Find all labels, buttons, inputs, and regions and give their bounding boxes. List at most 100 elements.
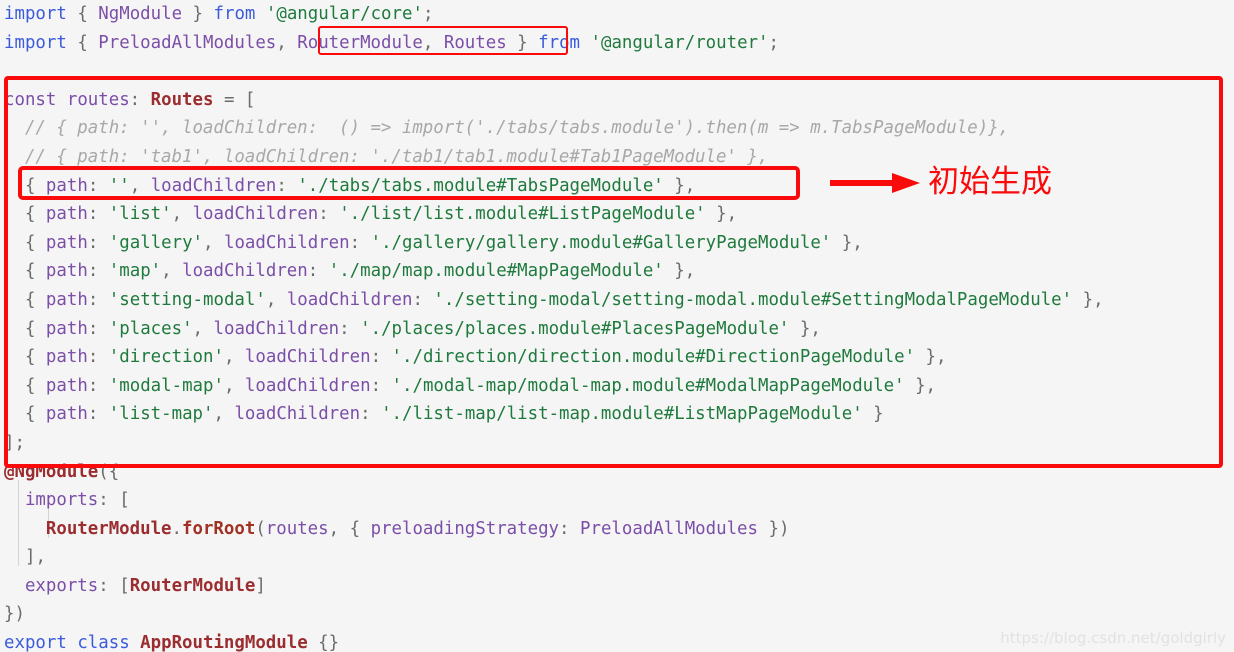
code-token: preloadingStrategy	[370, 518, 560, 539]
code-token: ,	[726, 204, 738, 225]
code-token: ,	[684, 261, 696, 282]
code-token: class	[77, 633, 130, 652]
code-token: 'direction'	[108, 347, 224, 368]
code-token: :	[360, 404, 371, 425]
code-token: (	[98, 461, 109, 482]
code-token: ,	[223, 347, 235, 368]
code-token: :	[412, 289, 423, 310]
red-arrow-icon	[830, 173, 920, 193]
code-token: }	[925, 347, 937, 368]
code-token: ]	[24, 547, 36, 568]
code-token: :	[318, 204, 329, 225]
code-line: exports: [RouterModule]	[0, 572, 1234, 601]
code-token: path	[45, 204, 88, 225]
code-line: { path: 'gallery', loadChildren: './gall…	[0, 229, 1234, 258]
code-token: (	[255, 518, 266, 539]
code-token: 'map'	[108, 261, 162, 282]
code-token: :	[87, 347, 99, 368]
code-token: ,	[1093, 289, 1104, 310]
code-token: 'modal-map'	[108, 375, 224, 396]
code-token: }	[915, 375, 926, 396]
code-token: ,	[328, 518, 340, 539]
code-token: :	[87, 318, 99, 339]
code-token: RouterModule	[297, 32, 423, 53]
code-line: // { path: '', loadChildren: () => impor…	[0, 114, 1234, 143]
code-token: }	[841, 232, 853, 253]
code-token: path	[45, 232, 88, 253]
code-token: path	[45, 404, 88, 425]
code-token: =	[223, 89, 235, 110]
code-line: { path: 'direction', loadChildren: './di…	[0, 343, 1234, 372]
code-token: '@angular/core'	[265, 4, 423, 24]
code-token: {	[24, 347, 36, 368]
code-token: {	[108, 461, 120, 482]
code-line: import { NgModule } from '@angular/core'…	[0, 0, 1234, 29]
code-token: ,	[161, 261, 172, 282]
watermark-text: https://blog.csdn.net/goldgirly	[1000, 629, 1226, 647]
code-token: 'places'	[108, 318, 193, 339]
code-token: 'gallery'	[108, 232, 204, 253]
code-token: routes	[66, 89, 130, 110]
code-token: {	[318, 633, 329, 652]
code-token: RouterModule	[45, 518, 172, 539]
code-token: './places/places.module#PlacesPageModule…	[360, 318, 790, 339]
code-token: }	[1082, 289, 1094, 310]
code-token: exports	[24, 575, 99, 596]
code-token: )	[778, 518, 790, 539]
code-token: :	[559, 518, 570, 539]
code-token: 'list'	[108, 204, 172, 225]
code-token: from	[213, 4, 256, 24]
code-line: { path: 'modal-map', loadChildren: './mo…	[0, 372, 1234, 401]
code-token: ,	[810, 318, 821, 339]
code-token: ,	[171, 204, 183, 225]
code-token: // { path: 'tab1', loadChildren: './tab1…	[4, 146, 769, 167]
code-token: :	[370, 347, 382, 368]
code-line: { path: 'map', loadChildren: './map/map.…	[0, 257, 1234, 286]
code-token: ,	[684, 175, 696, 196]
code-token: './setting-modal/setting-modal.module#Se…	[433, 289, 1073, 310]
code-token: :	[370, 375, 382, 396]
code-editor-content[interactable]: import { NgModule } from '@angular/core'…	[0, 0, 1234, 652]
code-token: AppRoutingModule	[140, 633, 308, 652]
code-token: :	[98, 575, 109, 596]
code-token: ,	[276, 32, 287, 53]
code-token: ,	[192, 318, 204, 339]
